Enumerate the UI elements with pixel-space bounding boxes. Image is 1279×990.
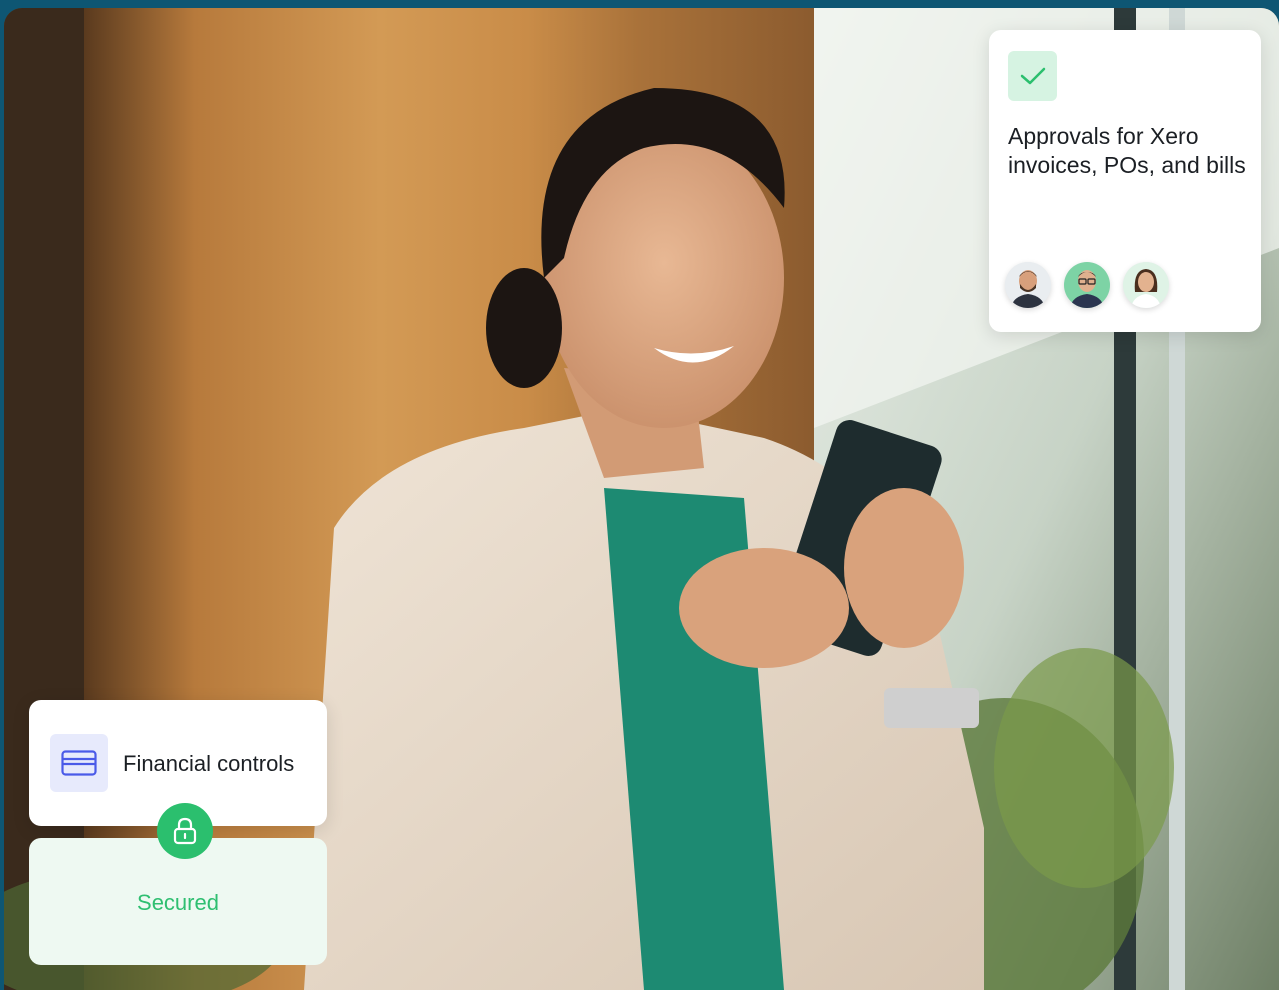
financial-controls-label: Financial controls xyxy=(123,751,295,776)
lock-icon xyxy=(173,817,197,845)
lock-badge xyxy=(157,803,213,859)
avatar xyxy=(1123,262,1169,308)
secured-label: Secured xyxy=(137,890,219,915)
approvals-card: Approvals for Xero invoices, POs, and bi… xyxy=(989,30,1261,332)
avatar-group xyxy=(1005,262,1169,308)
check-badge xyxy=(1008,51,1057,101)
approvals-text: Approvals for Xero invoices, POs, and bi… xyxy=(1008,123,1246,178)
card-icon-box xyxy=(50,734,108,792)
avatar xyxy=(1005,262,1051,308)
check-icon xyxy=(1020,67,1045,85)
credit-card-icon xyxy=(61,750,97,776)
avatar xyxy=(1064,262,1110,308)
